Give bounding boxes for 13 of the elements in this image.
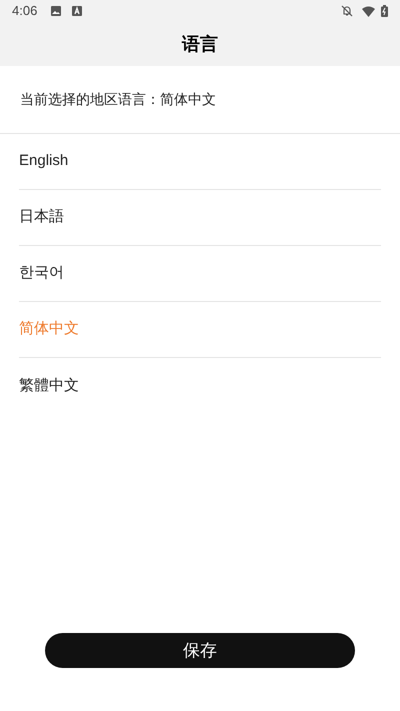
language-option[interactable]: 한국어: [19, 262, 64, 285]
image-icon: [51, 6, 62, 16]
save-button[interactable]: 保存: [45, 633, 355, 668]
muted-bell-icon: [341, 5, 353, 17]
wifi-icon: [362, 6, 375, 16]
language-option[interactable]: 日本語: [19, 206, 64, 229]
current-language-label: 当前选择的地区语言：简体中文: [20, 90, 216, 109]
language-option[interactable]: English: [19, 150, 68, 173]
page-title: 语言: [182, 32, 218, 56]
battery-icon: [381, 5, 388, 17]
status-time: 4:06: [12, 2, 38, 20]
language-option[interactable]: 繁體中文: [19, 374, 79, 398]
app-notification-icon: [72, 6, 82, 16]
